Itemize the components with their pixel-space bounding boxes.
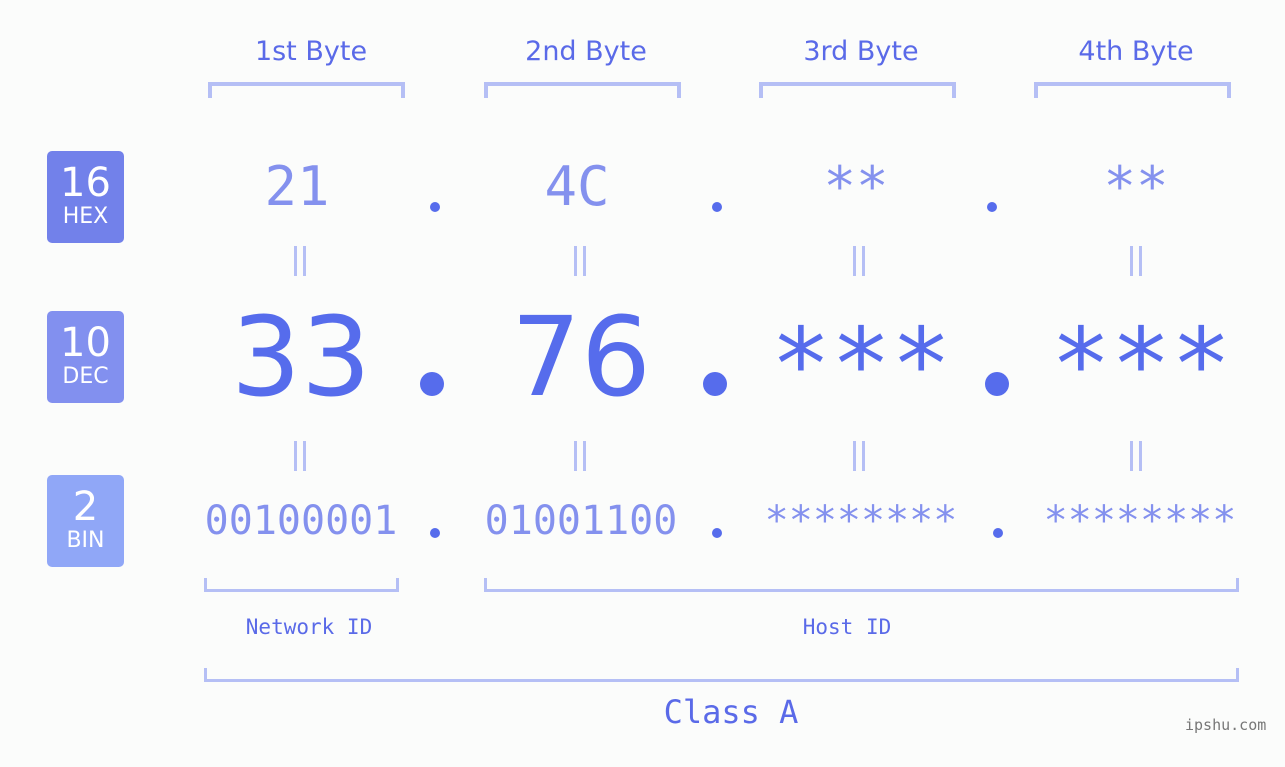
bin-badge: 2 BIN xyxy=(47,475,124,567)
hex-byte-4: ** xyxy=(1103,155,1169,218)
bin-byte-4: ******** xyxy=(1043,498,1237,544)
bin-label: BIN xyxy=(66,528,105,553)
equals-icon xyxy=(1129,246,1143,276)
byte-header-4: 4th Byte xyxy=(1078,36,1194,67)
host-id-bracket xyxy=(484,578,1239,592)
hex-byte-1: 21 xyxy=(264,155,330,218)
hex-byte-3: ** xyxy=(823,155,889,218)
class-bracket xyxy=(204,668,1239,682)
byte-bracket-2 xyxy=(484,82,681,98)
equals-icon xyxy=(293,441,307,471)
bin-separator-dot xyxy=(712,528,722,538)
watermark: ipshu.com xyxy=(1185,716,1267,734)
hex-separator-dot xyxy=(987,202,997,212)
hex-separator-dot xyxy=(712,202,722,212)
dec-label: DEC xyxy=(62,364,109,389)
host-id-label: Host ID xyxy=(802,615,892,639)
bin-base: 2 xyxy=(72,484,99,530)
hex-label: HEX xyxy=(62,204,109,229)
byte-bracket-4 xyxy=(1034,82,1231,98)
byte-bracket-1 xyxy=(208,82,405,98)
dec-byte-4: *** xyxy=(1050,306,1232,423)
network-id-bracket xyxy=(204,578,399,592)
hex-base: 16 xyxy=(60,160,111,206)
dec-byte-2: 76 xyxy=(511,293,651,421)
equals-icon xyxy=(293,246,307,276)
hex-separator-dot xyxy=(430,202,440,212)
class-label: Class A xyxy=(663,693,799,731)
byte-bracket-3 xyxy=(759,82,956,98)
dec-byte-3: *** xyxy=(770,306,952,423)
dec-separator-dot xyxy=(985,372,1009,396)
bin-byte-2: 01001100 xyxy=(484,498,678,544)
dec-badge: 10 DEC xyxy=(47,311,124,403)
hex-badge: 16 HEX xyxy=(47,151,124,243)
equals-icon xyxy=(852,441,866,471)
dec-separator-dot xyxy=(420,372,444,396)
byte-header-3: 3rd Byte xyxy=(803,36,919,67)
bin-byte-1: 00100001 xyxy=(204,498,398,544)
equals-icon xyxy=(573,246,587,276)
network-id-label: Network ID xyxy=(245,615,373,639)
equals-icon xyxy=(573,441,587,471)
dec-separator-dot xyxy=(703,372,727,396)
byte-header-2: 2nd Byte xyxy=(525,36,647,67)
bin-separator-dot xyxy=(430,528,440,538)
dec-byte-1: 33 xyxy=(231,293,371,421)
bin-separator-dot xyxy=(993,528,1003,538)
dec-base: 10 xyxy=(60,320,111,366)
equals-icon xyxy=(852,246,866,276)
equals-icon xyxy=(1129,441,1143,471)
hex-byte-2: 4C xyxy=(544,155,610,218)
bin-byte-3: ******** xyxy=(764,498,958,544)
byte-header-1: 1st Byte xyxy=(254,36,368,67)
